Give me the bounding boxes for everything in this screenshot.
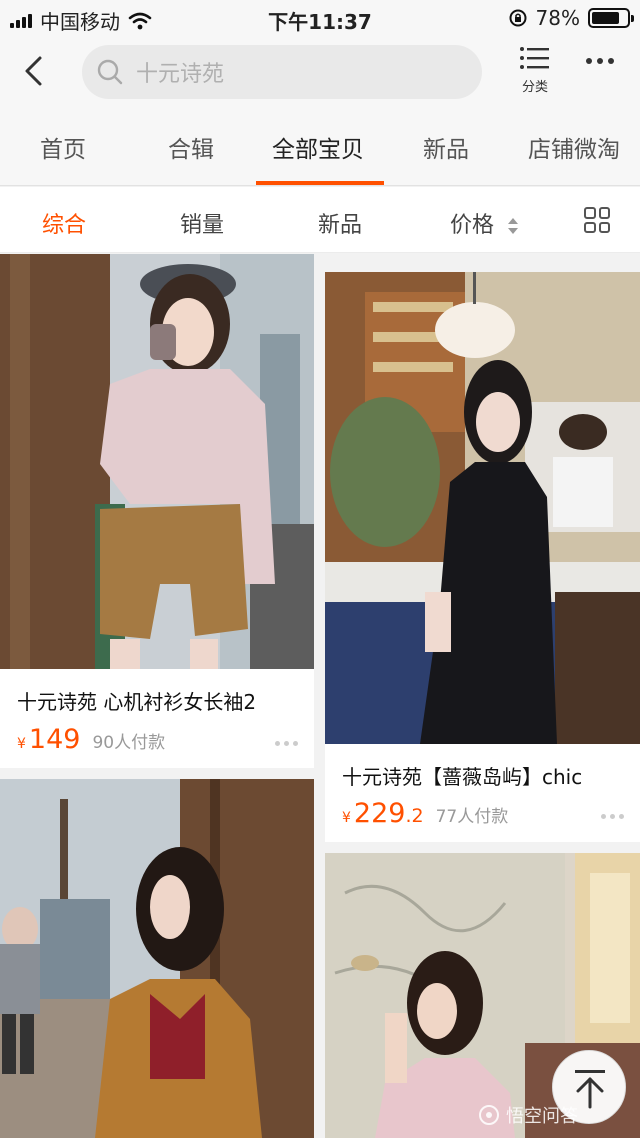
grid-view-icon[interactable] <box>584 207 610 233</box>
watermark: 悟空问答 <box>478 1102 578 1128</box>
sold-count: 77人付款 <box>435 807 509 827</box>
navigation-bar: 十元诗苑 分类 <box>0 36 640 108</box>
product-card[interactable]: 十元诗苑 心机衬衫女长袖2 ¥ 149 90人付款 <box>0 254 314 768</box>
tab-all-items[interactable]: 全部宝贝 <box>272 130 364 164</box>
product-price: 229 <box>353 798 406 829</box>
sort-price[interactable]: 价格 <box>450 207 519 239</box>
tab-new[interactable]: 新品 <box>423 130 469 164</box>
category-button[interactable]: 分类 <box>510 46 560 95</box>
list-icon <box>520 47 549 69</box>
active-tab-indicator <box>256 181 384 185</box>
sort-new[interactable]: 新品 <box>318 207 362 239</box>
search-icon <box>97 59 123 85</box>
status-bar: 中国移动 下午11:37 78% <box>0 0 640 36</box>
card-more-icon[interactable] <box>275 741 298 746</box>
product-title: 十元诗苑 心机衬衫女长袖2 <box>17 690 257 714</box>
battery-icon <box>588 8 634 28</box>
tab-home[interactable]: 首页 <box>40 130 86 164</box>
battery-fill <box>592 12 619 24</box>
status-right: 78% <box>508 6 634 30</box>
product-image <box>0 779 314 1138</box>
sort-sales[interactable]: 销量 <box>180 207 224 239</box>
shop-tabs: 首页 合辑 全部宝贝 新品 店铺微淘 <box>0 108 640 186</box>
tab-store-feed[interactable]: 店铺微淘 <box>528 130 620 164</box>
product-price-line: ¥ 149 90人付款 <box>17 724 165 755</box>
sort-bar: 综合 销量 新品 价格 <box>0 187 640 253</box>
sort-price-label: 价格 <box>450 213 495 238</box>
battery-percent: 78% <box>535 6 580 30</box>
product-card[interactable] <box>0 779 314 1138</box>
currency-symbol: ¥ <box>17 736 26 752</box>
sort-comprehensive[interactable]: 综合 <box>42 207 86 239</box>
watermark-logo-icon <box>479 1105 499 1125</box>
back-arrow-icon[interactable] <box>18 54 52 88</box>
product-price-decimal: .2 <box>405 805 424 827</box>
product-image <box>325 272 640 744</box>
search-placeholder: 十元诗苑 <box>136 62 225 87</box>
product-image <box>0 254 314 669</box>
category-label: 分类 <box>521 80 548 95</box>
search-bar[interactable]: 十元诗苑 <box>82 45 482 99</box>
watermark-text: 悟空问答 <box>506 1106 578 1127</box>
card-more-icon[interactable] <box>601 814 624 819</box>
product-price-line: ¥ 229 .2 77人付款 <box>342 798 508 829</box>
sort-arrows-icon <box>508 218 519 234</box>
rotation-lock-icon <box>509 9 527 27</box>
product-price: 149 <box>28 724 81 755</box>
product-card[interactable]: 十元诗苑【蔷薇岛屿】chic ¥ 229 .2 77人付款 <box>325 272 640 842</box>
currency-symbol: ¥ <box>342 810 351 826</box>
more-options-icon[interactable] <box>586 58 614 64</box>
sold-count: 90人付款 <box>92 733 166 753</box>
tab-collections[interactable]: 合辑 <box>168 130 214 164</box>
product-title: 十元诗苑【蔷薇岛屿】chic <box>342 765 583 789</box>
